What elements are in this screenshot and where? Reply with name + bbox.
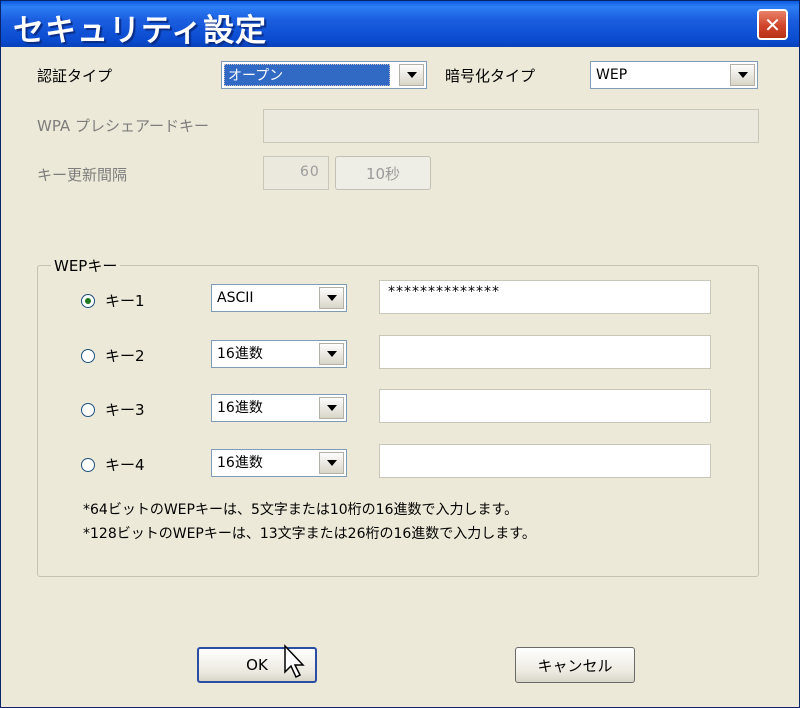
key4-format-dropdown-button[interactable] — [319, 452, 344, 474]
wpa-key-label: WPA プレシェアードキー — [37, 117, 210, 135]
encryption-type-select[interactable]: WEP — [590, 61, 758, 89]
key1-radio[interactable] — [81, 294, 95, 308]
key3-format-select[interactable]: 16進数 — [211, 394, 347, 422]
key1-format-select[interactable]: ASCII — [211, 284, 347, 312]
chevron-down-icon — [326, 295, 337, 301]
key2-format-dropdown-button[interactable] — [319, 343, 344, 365]
key2-format-value: 16進数 — [217, 346, 263, 362]
key1-value: ************** — [388, 284, 500, 300]
key3-format-dropdown-button[interactable] — [319, 397, 344, 419]
chevron-down-icon — [326, 351, 337, 357]
key2-label: キー2 — [105, 347, 145, 365]
key-interval-input[interactable]: 60 — [263, 156, 329, 190]
key2-input[interactable] — [379, 335, 711, 369]
wep-note-128bit: *128ビットのWEPキーは、13文字または26桁の16進数で入力します。 — [83, 526, 536, 542]
security-settings-dialog: セキュリティ設定 ✕ 認証タイプ オープン 暗号化タイプ WEP WPA プレシ… — [0, 0, 800, 708]
auth-type-dropdown-button[interactable] — [399, 64, 424, 86]
key4-format-value: 16進数 — [217, 455, 263, 471]
wpa-key-input[interactable] — [263, 109, 759, 143]
key1-label: キー1 — [105, 292, 145, 310]
encryption-type-value: WEP — [596, 67, 628, 83]
key1-format-value: ASCII — [217, 290, 254, 306]
key3-label: キー3 — [105, 401, 145, 419]
wep-key-group-label: WEPキー — [51, 255, 121, 276]
auth-type-label: 認証タイプ — [37, 67, 113, 85]
key-interval-unit-button[interactable]: 10秒 — [335, 156, 431, 190]
key3-input[interactable] — [379, 389, 711, 423]
chevron-down-icon — [326, 460, 337, 466]
chevron-down-icon — [737, 72, 748, 78]
close-button[interactable]: ✕ — [757, 9, 788, 40]
key4-format-select[interactable]: 16進数 — [211, 449, 347, 477]
key3-radio[interactable] — [81, 403, 95, 417]
key-interval-value: 60 — [300, 164, 320, 180]
window-title: セキュリティ設定 — [13, 13, 268, 49]
mouse-cursor-icon — [284, 644, 305, 679]
encryption-type-dropdown-button[interactable] — [730, 64, 755, 86]
title-bar[interactable]: セキュリティ設定 ✕ — [1, 1, 799, 49]
auth-type-value: オープン — [224, 64, 390, 86]
key1-format-dropdown-button[interactable] — [319, 287, 344, 309]
key2-radio[interactable] — [81, 349, 95, 363]
key3-format-value: 16進数 — [217, 400, 263, 416]
chevron-down-icon — [326, 405, 337, 411]
key1-input[interactable]: ************** — [379, 280, 711, 314]
key2-format-select[interactable]: 16進数 — [211, 340, 347, 368]
key4-input[interactable] — [379, 444, 711, 478]
close-icon: ✕ — [764, 12, 781, 37]
cancel-button[interactable]: キャンセル — [515, 647, 635, 683]
key-interval-label: キー更新間隔 — [37, 166, 128, 184]
key4-label: キー4 — [105, 456, 145, 474]
key4-radio[interactable] — [81, 458, 95, 472]
chevron-down-icon — [406, 72, 417, 78]
auth-type-select[interactable]: オープン — [221, 61, 427, 89]
encryption-type-label: 暗号化タイプ — [445, 67, 536, 85]
wep-note-64bit: *64ビットのWEPキーは、5文字または10桁の16進数で入力します。 — [83, 502, 519, 518]
